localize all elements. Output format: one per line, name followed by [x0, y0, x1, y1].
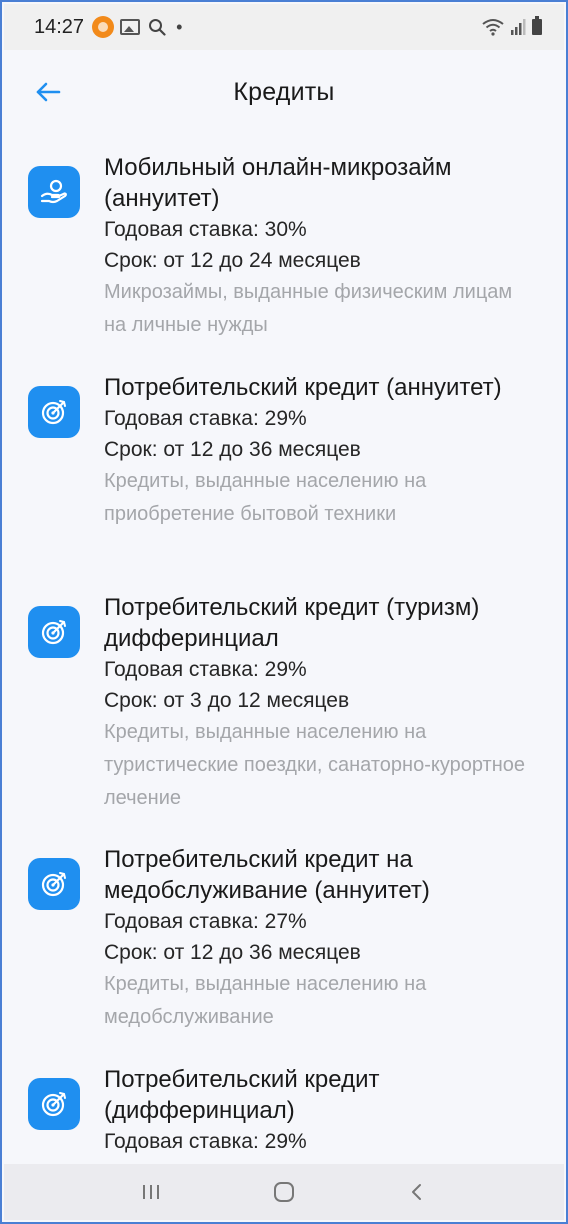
- signal-icon: [511, 19, 526, 35]
- back-chevron-icon: [412, 1184, 422, 1200]
- loan-item[interactable]: Потребительский кредит (аннуитет) Годова…: [4, 372, 564, 531]
- recent-apps-icon: [142, 1185, 159, 1199]
- loan-title: Потребительский кредит (дифферинциал): [104, 1066, 380, 1124]
- loan-list[interactable]: Мобильный онлайн-микрозайм (аннуитет) Го…: [4, 134, 564, 1168]
- loan-rate: Годовая ставка: 29%: [104, 1130, 307, 1153]
- notification-dot-icon: [92, 16, 115, 38]
- page-title: Кредиты: [233, 77, 335, 106]
- loan-description: Кредиты, выданные населению на приобрете…: [104, 470, 427, 525]
- target-icon: [28, 858, 80, 910]
- target-icon: [28, 1078, 80, 1130]
- loan-term: Срок: от 12 до 36 месяцев: [104, 941, 361, 964]
- hand-money-icon: [28, 166, 80, 218]
- target-icon: [28, 386, 80, 438]
- app-bar: Кредиты: [4, 50, 564, 134]
- loan-item[interactable]: Потребительский кредит на медобслуживани…: [4, 844, 564, 1034]
- loan-title: Мобильный онлайн-микрозайм (аннуитет): [104, 154, 452, 212]
- loan-title: Потребительский кредит (туризм) дифферин…: [104, 594, 480, 652]
- arrow-left-icon: [36, 82, 61, 102]
- phone-screen: 14:27 • Кредиты Мобильный онлайн-микроза…: [0, 0, 568, 1224]
- recent-apps-button[interactable]: [131, 1172, 171, 1212]
- loan-title: Потребительский кредит (аннуитет): [104, 374, 502, 401]
- loan-rate: Годовая ставка: 27%: [104, 910, 307, 933]
- back-button[interactable]: [32, 76, 64, 108]
- search-icon: [149, 19, 166, 36]
- battery-icon: [532, 16, 542, 35]
- wifi-icon: [482, 19, 504, 36]
- status-bar: 14:27 •: [4, 4, 564, 50]
- loan-rate: Годовая ставка: 30%: [104, 218, 307, 241]
- home-button[interactable]: [264, 1172, 304, 1212]
- status-right-group: [482, 16, 542, 36]
- loan-description: Кредиты, выданные населению на туристиче…: [104, 721, 525, 809]
- nav-back-button[interactable]: [397, 1172, 437, 1212]
- loan-item[interactable]: Мобильный онлайн-микрозайм (аннуитет) Го…: [4, 152, 564, 342]
- loan-item[interactable]: Потребительский кредит (туризм) дифферин…: [4, 592, 564, 815]
- status-time: 14:27: [34, 15, 85, 38]
- loan-title: Потребительский кредит на медобслуживани…: [104, 846, 430, 904]
- loan-description: Кредиты, выданные населению на медобслуж…: [104, 973, 427, 1028]
- loan-term: Срок: от 12 до 36 месяцев: [104, 438, 361, 461]
- loan-rate: Годовая ставка: 29%: [104, 658, 307, 681]
- status-more-dot: •: [176, 16, 183, 37]
- loan-term: Срок: от 3 до 12 месяцев: [104, 689, 350, 712]
- loan-description: Микрозаймы, выданные физическим лицам на…: [104, 281, 513, 336]
- loan-item[interactable]: Потребительский кредит (дифферинциал) Го…: [4, 1064, 564, 1157]
- target-icon: [28, 606, 80, 658]
- home-icon: [273, 1182, 294, 1202]
- system-nav-bar: [4, 1164, 564, 1220]
- loan-rate: Годовая ставка: 29%: [104, 407, 307, 430]
- loan-term: Срок: от 12 до 24 месяцев: [104, 249, 361, 272]
- gallery-icon: [120, 19, 141, 35]
